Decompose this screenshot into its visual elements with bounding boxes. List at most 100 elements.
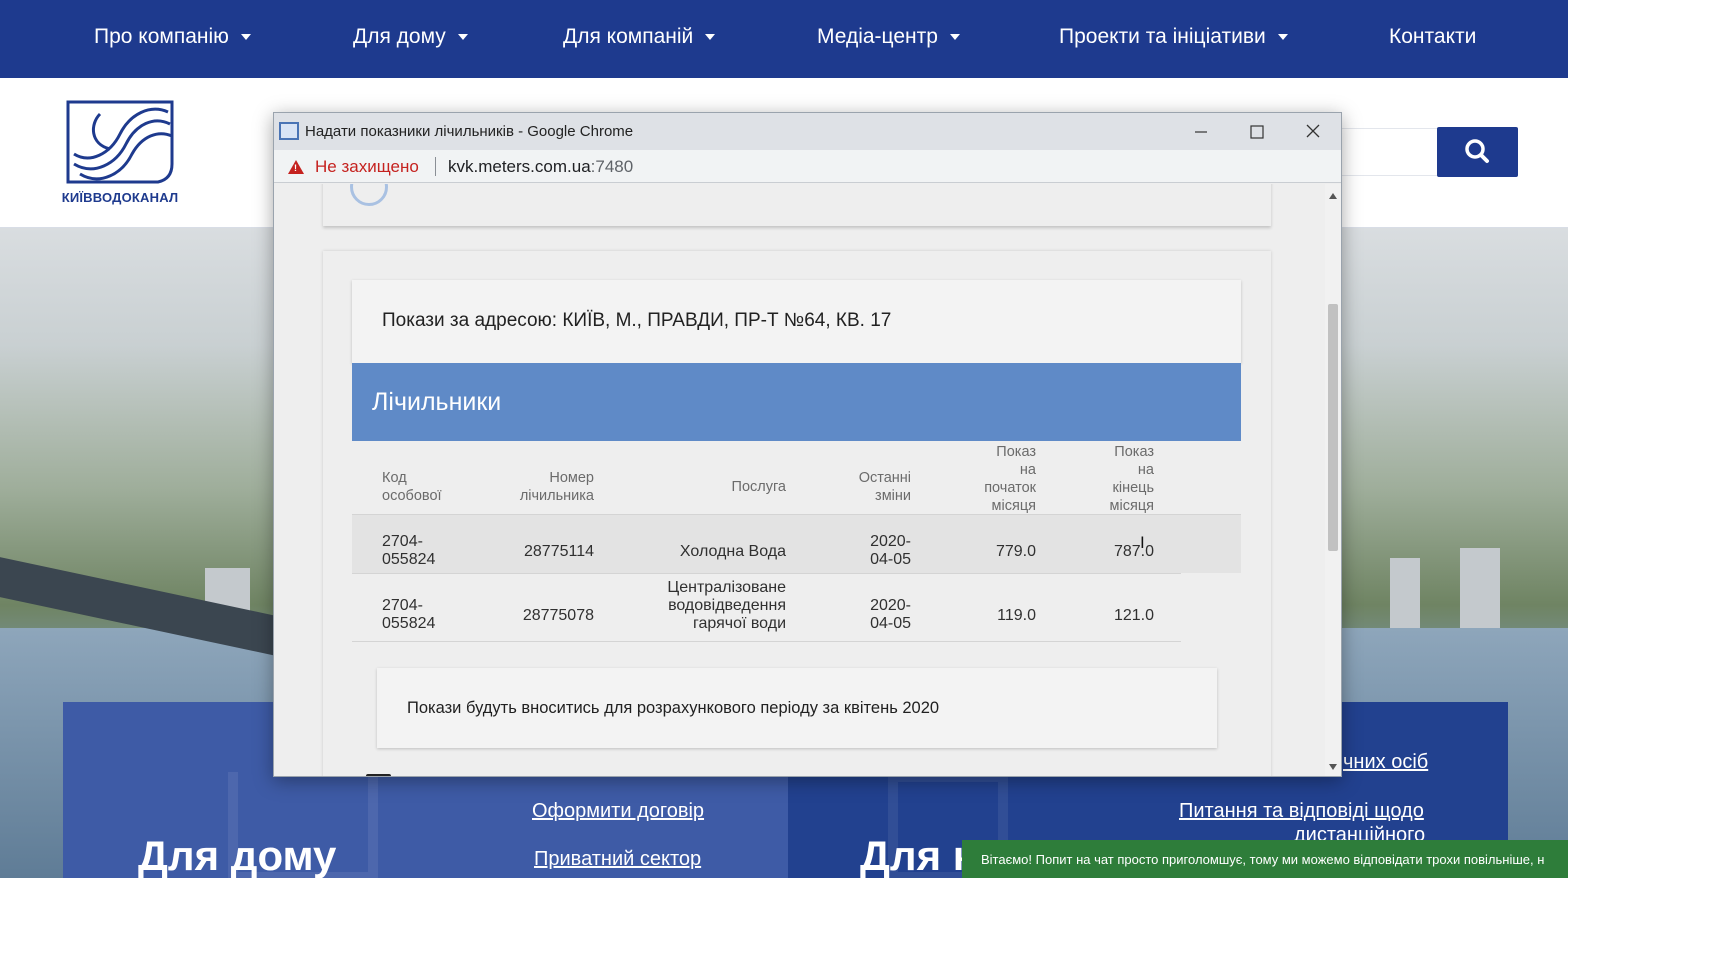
cell-line: 04-05 bbox=[870, 615, 911, 632]
window-titlebar[interactable]: Надати показники лічильників - Google Ch… bbox=[274, 113, 1341, 150]
cell-account: 2704- 055824 bbox=[382, 597, 435, 633]
link-contract[interactable]: Оформити договір bbox=[532, 800, 704, 823]
scrollbar-thumb[interactable] bbox=[1328, 304, 1338, 551]
city-building bbox=[1390, 558, 1420, 628]
caret-down-icon bbox=[949, 34, 960, 40]
nav-item-home[interactable]: Для дому bbox=[353, 0, 468, 78]
url-port: :7480 bbox=[590, 157, 634, 176]
th-line: Код bbox=[382, 470, 407, 486]
maximize-button[interactable] bbox=[1229, 113, 1285, 150]
cell-end[interactable]: 121.0 bbox=[1074, 607, 1154, 625]
address-card: Покази за адресою: КИЇВ, М., ПРАВДИ, ПР-… bbox=[352, 280, 1241, 363]
nav-item-label: Контакти bbox=[1389, 25, 1477, 48]
th-line: Останні bbox=[858, 470, 911, 486]
logo-text: КИЇВВОДОКАНАЛ bbox=[61, 190, 179, 205]
search-icon bbox=[1465, 139, 1489, 163]
th-end: Показ на кінець місяця bbox=[1084, 443, 1154, 515]
address-heading: Покази за адресою: КИЇВ, М., ПРАВДИ, ПР-… bbox=[382, 310, 892, 331]
th-line: місяця bbox=[991, 498, 1036, 514]
meters-header: Лічильники bbox=[352, 363, 1241, 441]
site-logo[interactable]: КИЇВВОДОКАНАЛ bbox=[60, 94, 180, 209]
nav-item-label: Медіа-центр bbox=[817, 25, 938, 48]
url-text: kvk.meters.com.ua:7480 bbox=[448, 150, 633, 183]
cell-line: 2020- bbox=[870, 597, 911, 614]
period-note-card: Покази будуть вноситись для розрахунково… bbox=[377, 668, 1217, 748]
meter-ring-icon bbox=[350, 184, 388, 206]
cell-changed: 2020- 04-05 bbox=[851, 533, 911, 569]
th-line: Послуга bbox=[731, 479, 786, 495]
th-account: Код особової bbox=[382, 469, 442, 505]
vertical-scrollbar[interactable] bbox=[1325, 184, 1341, 776]
nav-item-projects[interactable]: Проекти та ініціативи bbox=[1059, 0, 1288, 78]
chat-banner-text: Вітаємо! Попит на чат просто приголомшує… bbox=[981, 852, 1545, 867]
link-legal-entities[interactable]: чних осіб bbox=[1343, 751, 1428, 774]
cell-line: 055824 bbox=[382, 615, 436, 632]
warning-mark: ! bbox=[294, 163, 297, 173]
cell-changed: 2020- 04-05 bbox=[851, 597, 911, 633]
caret-down-icon bbox=[240, 34, 251, 40]
scroll-down-arrow-icon[interactable] bbox=[1329, 764, 1337, 770]
text-cursor-icon: I bbox=[1140, 533, 1145, 552]
security-status[interactable]: Не захищено bbox=[315, 150, 419, 183]
cell-service: Холодна Вода bbox=[646, 543, 786, 561]
panel-business-title: Для к bbox=[860, 832, 974, 879]
meters-title: Лічильники bbox=[372, 388, 502, 416]
nav-item-about[interactable]: Про компанію bbox=[94, 0, 251, 78]
city-building bbox=[1460, 548, 1500, 628]
period-note: Покази будуть вноситись для розрахунково… bbox=[407, 699, 940, 717]
th-meter: Номер лічильника bbox=[514, 469, 594, 505]
nav-item-contacts[interactable]: Контакти bbox=[1389, 0, 1476, 78]
chrome-popup-window: Надати показники лічильників - Google Ch… bbox=[273, 112, 1342, 777]
th-line: на bbox=[1137, 462, 1154, 478]
minimize-button[interactable] bbox=[1173, 113, 1229, 150]
close-button[interactable] bbox=[1285, 113, 1341, 150]
maximize-icon bbox=[1250, 125, 1264, 139]
address-bar[interactable]: ! Не захищено kvk.meters.com.ua:7480 bbox=[274, 150, 1341, 183]
nav-item-companies[interactable]: Для компаній bbox=[563, 0, 716, 78]
cell-line: 2704- bbox=[382, 597, 423, 614]
cell-line: 055824 bbox=[382, 551, 436, 568]
th-line: лічильника bbox=[519, 488, 594, 504]
nav-item-label: Для дому bbox=[353, 25, 446, 48]
th-line: місяця bbox=[1109, 498, 1154, 514]
search-input[interactable] bbox=[1340, 128, 1438, 176]
th-line: особової bbox=[382, 488, 442, 504]
th-line: Показ bbox=[996, 444, 1036, 460]
link-private-sector[interactable]: Приватний сектор bbox=[534, 848, 701, 871]
chat-banner[interactable]: Вітаємо! Попит на чат просто приголомшує… bbox=[962, 840, 1568, 878]
minimize-icon bbox=[1195, 131, 1207, 133]
th-line: кінець bbox=[1112, 480, 1155, 496]
cell-line: водовідведення bbox=[668, 597, 786, 614]
scroll-up-arrow-icon[interactable] bbox=[1329, 193, 1337, 199]
caret-down-icon bbox=[457, 34, 468, 40]
th-service: Послуга bbox=[707, 478, 786, 496]
cell-line: Холодна Вода bbox=[679, 543, 786, 560]
link-faq[interactable]: Питання та відповіді щодо bbox=[1179, 800, 1424, 823]
nav-item-label: Проекти та ініціативи bbox=[1059, 25, 1266, 48]
nav-item-label: Для компаній bbox=[563, 25, 694, 48]
panel-home-title: Для дому bbox=[138, 832, 337, 879]
caret-down-icon bbox=[1277, 34, 1288, 40]
cell-line: 04-05 bbox=[870, 551, 911, 568]
cell-service: Централізоване водовідведення гарячої во… bbox=[606, 579, 786, 633]
window-title: Надати показники лічильників - Google Ch… bbox=[305, 123, 634, 140]
address-separator bbox=[435, 157, 436, 176]
readings-card: Покази за адресою: КИЇВ, М., ПРАВДИ, ПР-… bbox=[323, 251, 1271, 776]
top-navigation: Про компанію Для дому Для компаній Медіа… bbox=[0, 0, 1568, 78]
cell-meter: 28775114 bbox=[524, 543, 594, 560]
th-line: Показ bbox=[1114, 444, 1154, 460]
th-changed: Останні зміни bbox=[843, 469, 911, 505]
th-line: на bbox=[1019, 462, 1036, 478]
search-button[interactable] bbox=[1437, 127, 1518, 177]
cell-meter: 28775078 bbox=[522, 607, 594, 624]
cell-line: Централізоване bbox=[667, 579, 786, 596]
cell-line: гарячої води bbox=[692, 615, 786, 632]
cell-account: 2704- 055824 bbox=[382, 533, 435, 569]
nav-item-media[interactable]: Медіа-центр bbox=[817, 0, 960, 78]
cell-start: 779.0 bbox=[995, 543, 1036, 560]
page-viewport: Покази за адресою: КИЇВ, М., ПРАВДИ, ПР-… bbox=[274, 184, 1325, 776]
url-host: kvk.meters.com.ua bbox=[448, 157, 591, 176]
cell-line: 2020- bbox=[870, 533, 911, 550]
cell-start: 119.0 bbox=[997, 607, 1036, 624]
cell-line: 2704- bbox=[382, 533, 423, 550]
